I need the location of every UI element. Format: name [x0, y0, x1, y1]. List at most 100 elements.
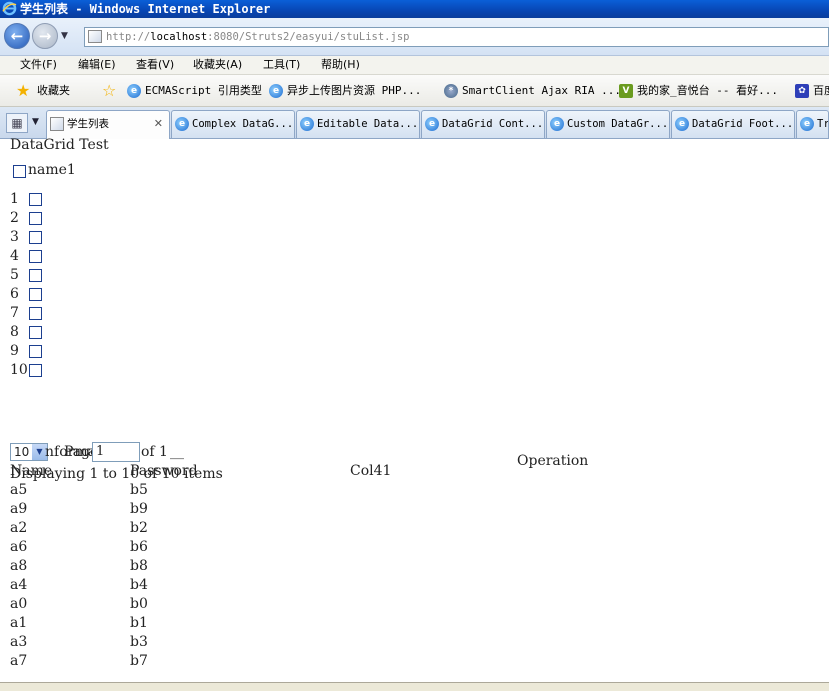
tab-list-dropdown-icon[interactable]: ▼: [32, 117, 39, 127]
ie-page-icon: e: [800, 117, 814, 131]
tab-complex-datagrid[interactable]: e Complex DataG...: [171, 110, 295, 138]
cell-name: a7: [10, 653, 28, 669]
window-title: 学生列表 - Windows Internet Explorer: [20, 2, 271, 16]
page-size-value: 10: [14, 445, 30, 459]
tab-label: DataGrid Cont...: [442, 118, 544, 130]
row-checkbox[interactable]: [29, 326, 42, 339]
address-bar[interactable]: http://localhost:8080/Struts2/easyui/stu…: [84, 27, 829, 47]
url-path: :8080/Struts2/easyui/stuList.jsp: [207, 31, 410, 43]
cell-password: b0: [130, 596, 148, 612]
forward-button[interactable]: →: [32, 23, 58, 49]
select-all-checkbox[interactable]: [13, 165, 26, 178]
cell-name: a4: [10, 577, 28, 593]
cell-password: b9: [130, 501, 148, 517]
quick-tabs-button[interactable]: ▦: [6, 113, 28, 133]
menu-help[interactable]: 帮助(H): [321, 56, 360, 74]
pager-display-text: Displaying 1 to 10 of 10 items: [10, 466, 223, 482]
back-arrow-icon: ←: [10, 27, 24, 45]
tab-datagrid-footer[interactable]: e DataGrid Foot...: [671, 110, 795, 138]
fav-link-label: 百度: [813, 84, 829, 97]
ie-page-icon: e: [550, 117, 564, 131]
ie-page-icon: e: [300, 117, 314, 131]
tab-student-list[interactable]: 学生列表 ✕: [46, 110, 170, 139]
column-header-col41[interactable]: Col41: [350, 463, 391, 479]
row-checkbox[interactable]: [29, 364, 42, 377]
tab-label: Editable Data...: [317, 118, 419, 130]
yinyuetai-icon: V: [619, 84, 633, 98]
row-number: 8: [10, 324, 19, 340]
page-number-input[interactable]: 1: [92, 442, 140, 462]
ie-page-icon: e: [425, 117, 439, 131]
tab-label: Tr: [817, 118, 829, 130]
cell-password: b4: [130, 577, 148, 593]
tab-label: Custom DataGr...: [567, 118, 669, 130]
cell-name: a8: [10, 558, 28, 574]
cell-name: a3: [10, 634, 28, 650]
fav-link-yinyuetai[interactable]: V 我的家_音悦台 -- 看好...: [619, 75, 778, 107]
fav-link-ecmascript[interactable]: e ECMAScript 引用类型: [127, 75, 262, 107]
menu-edit[interactable]: 编辑(E): [78, 56, 116, 74]
row-number: 10: [10, 362, 28, 378]
row-number: 3: [10, 229, 19, 245]
column-header-operation[interactable]: Operation: [517, 453, 588, 469]
page-title: DataGrid Test: [10, 137, 109, 153]
url-prefix: http://: [106, 31, 151, 43]
pager-of-label: of 1: [141, 444, 168, 460]
fav-link-label: 我的家_音悦台 -- 看好...: [637, 84, 778, 97]
row-checkbox[interactable]: [29, 345, 42, 358]
quick-tabs-icon: ▦: [11, 116, 23, 130]
cell-name: a9: [10, 501, 28, 517]
row-number: 5: [10, 267, 19, 283]
favorites-button[interactable]: ★ 收藏夹: [16, 75, 70, 107]
tab-tree[interactable]: e Tr: [796, 110, 829, 138]
cell-password: b7: [130, 653, 148, 669]
menu-view[interactable]: 查看(V): [136, 56, 174, 74]
row-checkbox[interactable]: [29, 212, 42, 225]
status-bar: [0, 682, 829, 691]
menu-file[interactable]: 文件(F): [20, 56, 57, 74]
smartclient-icon: *: [444, 84, 458, 98]
row-checkbox[interactable]: [29, 307, 42, 320]
ie-logo-icon: [2, 1, 17, 16]
add-to-favorites-icon: ☆: [102, 81, 117, 100]
cell-password: b1: [130, 615, 148, 631]
fav-link-upload[interactable]: e 异步上传图片资源 PHP...: [269, 75, 421, 107]
pager-refresh-button[interactable]: __: [170, 444, 184, 460]
page-content: DataGrid Test name1 1 2 3 4 5 6 7 8 9 10…: [0, 137, 829, 685]
recent-pages-dropdown-icon[interactable]: ▼: [61, 31, 68, 41]
fav-link-label: 异步上传图片资源 PHP...: [287, 84, 422, 97]
menu-tools[interactable]: 工具(T): [263, 56, 300, 74]
page-size-select[interactable]: 10 ▼: [10, 443, 48, 461]
cell-name: a0: [10, 596, 28, 612]
tab-datagrid-context[interactable]: e DataGrid Cont...: [421, 110, 545, 138]
tab-custom-datagrid[interactable]: e Custom DataGr...: [546, 110, 670, 138]
row-checkbox[interactable]: [29, 250, 42, 263]
row-checkbox[interactable]: [29, 269, 42, 282]
cell-name: a6: [10, 539, 28, 555]
row-checkbox[interactable]: [29, 193, 42, 206]
tab-editable-datagrid[interactable]: e Editable Data...: [296, 110, 420, 138]
fav-link-label: ECMAScript 引用类型: [145, 84, 262, 97]
back-button[interactable]: ←: [4, 23, 30, 49]
cell-password: b2: [130, 520, 148, 536]
row-number: 7: [10, 305, 19, 321]
fav-link-smartclient[interactable]: * SmartClient Ajax RIA ...: [444, 75, 621, 107]
favorites-label: 收藏夹: [36, 84, 70, 97]
ie-page-icon: e: [675, 117, 689, 131]
tab-bar: ▦ ▼ 学生列表 ✕ e Complex DataG... e Editable…: [0, 107, 829, 139]
page-icon: [50, 117, 64, 131]
row-checkbox[interactable]: [29, 288, 42, 301]
row-number: 4: [10, 248, 19, 264]
cell-password: b8: [130, 558, 148, 574]
fav-link-baidu[interactable]: ✿ 百度: [795, 75, 829, 107]
baidu-paw-icon: ✿: [795, 84, 809, 98]
cell-password: b5: [130, 482, 148, 498]
tab-label: 学生列表: [67, 118, 109, 130]
favorites-bar: ★ 收藏夹 ☆ e ECMAScript 引用类型 e 异步上传图片资源 PHP..…: [0, 75, 829, 107]
tab-close-icon[interactable]: ✕: [154, 111, 163, 137]
row-checkbox[interactable]: [29, 231, 42, 244]
add-favorite-button[interactable]: ☆: [102, 75, 116, 107]
menu-favorites[interactable]: 收藏夹(A): [193, 56, 242, 74]
header-checkbox-label: name1: [28, 162, 76, 178]
navigation-bar: ← → ▼ http://localhost:8080/Struts2/easy…: [0, 18, 829, 56]
